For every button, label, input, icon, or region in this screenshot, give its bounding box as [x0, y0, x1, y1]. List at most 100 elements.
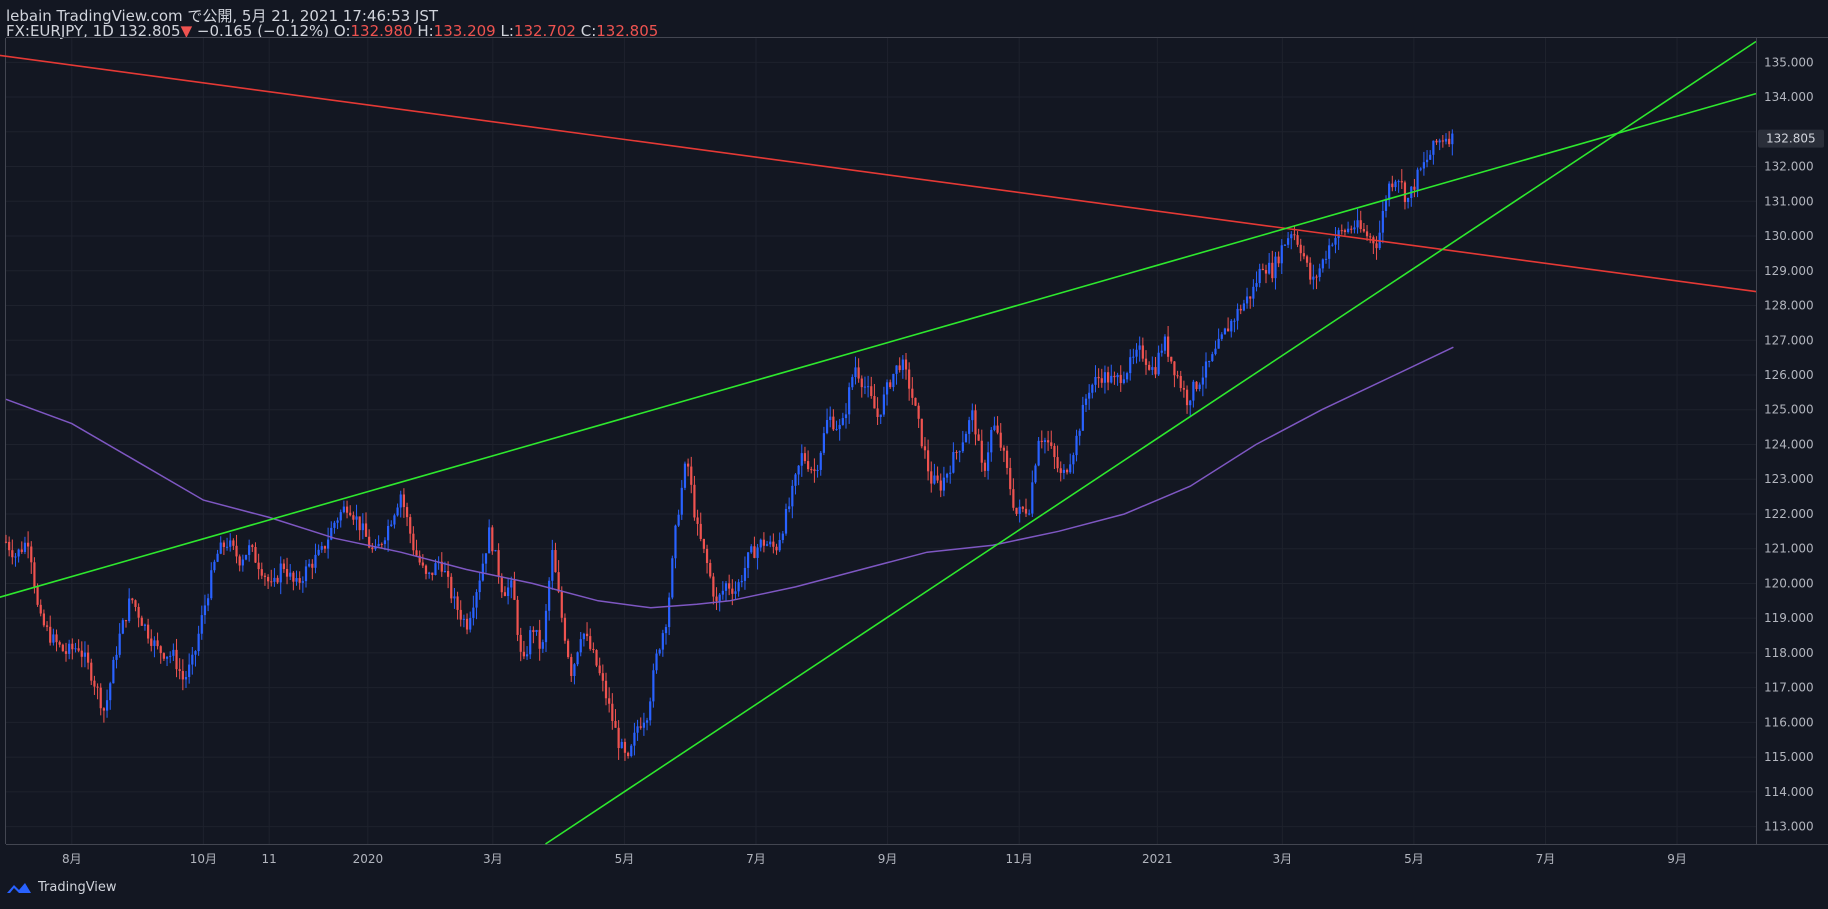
candle-body: [1280, 245, 1283, 264]
candle-body: [465, 618, 469, 630]
candle-body: [443, 570, 447, 572]
candle-body: [592, 648, 595, 651]
candle-body: [870, 386, 873, 396]
candle-body: [1397, 181, 1400, 183]
candle-body: [238, 556, 241, 566]
candle-body: [27, 542, 30, 547]
candle-body: [851, 377, 854, 388]
candle-body: [1441, 140, 1444, 142]
candle-body: [241, 559, 244, 566]
candle-body: [829, 416, 832, 420]
candle-body: [327, 539, 330, 549]
candle-body: [1362, 229, 1365, 232]
candle-body: [971, 410, 974, 421]
candle-body: [213, 561, 216, 571]
y-tick-label: 132.000: [1764, 160, 1814, 174]
candle-body: [857, 367, 860, 379]
candle-body: [1277, 256, 1280, 264]
candle-body: [150, 638, 153, 646]
candle-body: [1230, 320, 1233, 332]
candle-body: [633, 732, 636, 746]
candle-body: [841, 418, 844, 425]
candle-body: [83, 652, 87, 657]
candle-body: [1403, 182, 1407, 203]
candle-body: [1305, 256, 1309, 263]
x-tick-label: 5月: [615, 852, 635, 866]
candle-body: [1138, 345, 1141, 350]
candle-body: [797, 465, 800, 475]
candle-body: [118, 633, 121, 655]
candle-body: [402, 494, 405, 508]
candle-body: [169, 655, 172, 657]
candle-body: [147, 624, 150, 639]
candle-body: [1239, 308, 1242, 311]
candle-body: [1002, 447, 1005, 451]
candle-body: [879, 414, 882, 417]
candle-body: [1160, 350, 1163, 353]
candle-body: [1084, 398, 1088, 405]
candle-body: [1337, 230, 1340, 239]
candle-body: [863, 386, 867, 388]
candle-body: [295, 578, 298, 582]
candle-body: [551, 550, 554, 581]
candle-body: [1100, 378, 1103, 383]
candle-body: [254, 547, 257, 563]
y-tick-label: 113.000: [1764, 820, 1814, 834]
candle-body: [333, 522, 336, 528]
candle-body: [1407, 197, 1410, 203]
candle-body: [696, 517, 699, 524]
candle-body: [1037, 440, 1040, 466]
candle-body: [1347, 228, 1350, 233]
candle-body: [904, 359, 908, 370]
candle-body: [128, 598, 131, 622]
candle-body: [1328, 245, 1331, 259]
candle-body: [1287, 238, 1290, 245]
candle-body: [1236, 308, 1239, 321]
candle-body: [740, 580, 743, 583]
tradingview-logo-icon: [7, 882, 31, 893]
candle-body: [999, 432, 1002, 448]
candle-body: [803, 453, 807, 462]
candle-body: [977, 434, 980, 441]
candle-body: [121, 620, 124, 634]
candle-body: [1113, 375, 1116, 378]
candle-body: [627, 752, 630, 757]
candle-body: [181, 671, 184, 680]
price-chart[interactable]: 113.000 114.000 115.000 116.000 117.000 118.0…: [0, 0, 1828, 909]
candle-body: [1122, 379, 1125, 383]
candle-body: [1381, 210, 1384, 233]
candle-body: [538, 629, 541, 649]
candle-body: [1448, 138, 1451, 145]
candle-body: [428, 572, 431, 574]
candle-body: [1119, 374, 1122, 383]
candle-body: [608, 698, 611, 704]
candle-body: [165, 656, 169, 659]
candle-body: [1318, 268, 1321, 278]
candle-body: [535, 629, 538, 633]
candle-body: [585, 633, 589, 637]
candle-body: [153, 640, 156, 646]
candle-body: [1356, 220, 1359, 228]
candle-body: [1024, 508, 1028, 514]
candle-body: [1249, 296, 1252, 299]
candle-body: [289, 572, 292, 577]
candle-body: [497, 550, 500, 577]
candle-body: [251, 545, 254, 548]
y-tick-label: 123.000: [1764, 472, 1814, 486]
candle-body: [709, 563, 712, 577]
candle-body: [1129, 357, 1132, 374]
candle-body: [1091, 384, 1094, 393]
y-tick-label: 128.000: [1764, 299, 1814, 313]
candle-body: [323, 546, 327, 549]
candle-body: [832, 416, 835, 430]
footer-brand[interactable]: TradingView: [6, 880, 117, 895]
candle-body: [860, 378, 863, 388]
candle-body: [96, 686, 99, 688]
candle-body: [923, 446, 927, 451]
candle-body: [993, 425, 996, 430]
y-tick-label: 116.000: [1764, 715, 1814, 729]
candle-body: [1359, 220, 1362, 230]
y-tick-label: 122.000: [1764, 507, 1814, 521]
y-tick-label: 120.000: [1764, 576, 1814, 590]
candle-body: [1192, 381, 1195, 401]
